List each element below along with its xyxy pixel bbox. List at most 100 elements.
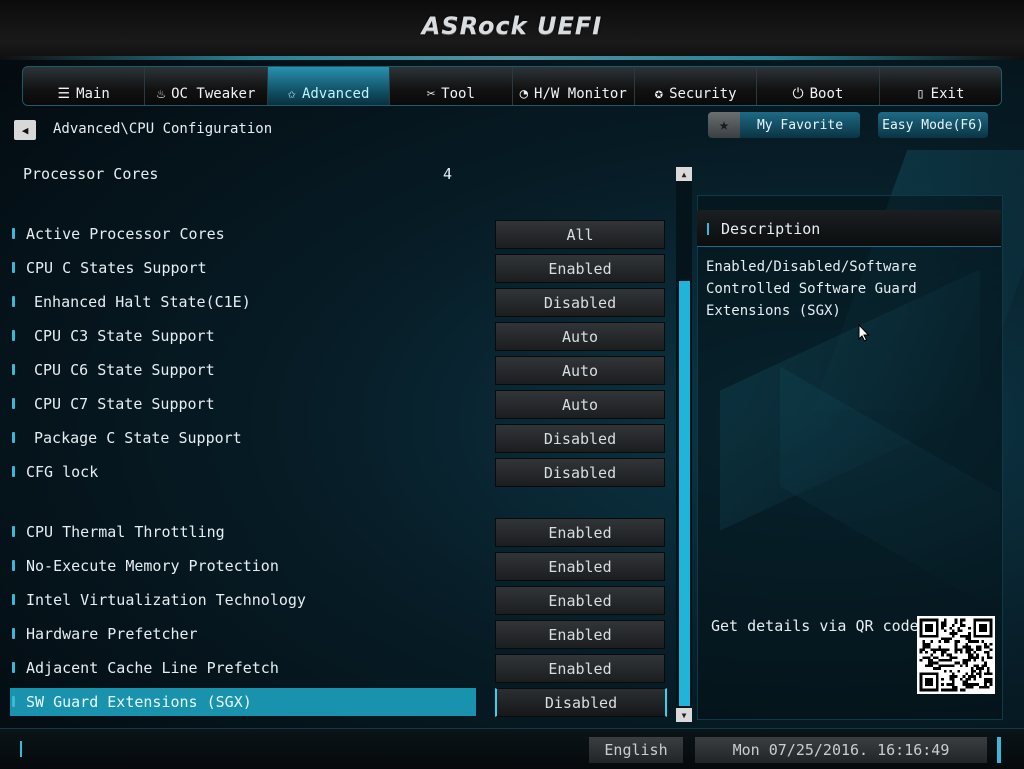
description-header: Description xyxy=(697,210,1001,247)
menu-list-icon: ☰ xyxy=(57,86,71,102)
easy-mode-button[interactable]: Easy Mode(F6) xyxy=(878,112,988,138)
description-title: Description xyxy=(721,220,821,238)
row-marker xyxy=(12,364,15,375)
setting-value-dropdown[interactable]: Enabled xyxy=(495,586,665,615)
setting-value-dropdown[interactable]: Disabled xyxy=(495,458,665,487)
back-button[interactable]: ◀ xyxy=(14,120,36,140)
asrock-uefi-logo: ASRock UEFI xyxy=(421,12,603,40)
setting-row[interactable]: SW Guard Extensions (SGX) Disabled xyxy=(10,688,674,717)
description-text: Enabled/Disabled/Software Controlled Sof… xyxy=(706,259,917,319)
tab-exit[interactable]: ▯ Exit xyxy=(879,67,1001,105)
row-marker xyxy=(12,466,15,477)
setting-row[interactable]: Package C State Support Disabled xyxy=(10,424,674,453)
setting-label: Hardware Prefetcher xyxy=(26,625,198,643)
tab-boot[interactable]: ⏻ Boot xyxy=(757,67,880,105)
tab-tool[interactable]: ✂ Tool xyxy=(390,67,513,105)
setting-label: Active Processor Cores xyxy=(26,225,225,243)
setting-value-dropdown[interactable]: All xyxy=(495,220,665,249)
row-marker xyxy=(12,526,15,537)
setting-row[interactable]: Enhanced Halt State(C1E) Disabled xyxy=(10,288,674,317)
setting-row[interactable]: Intel Virtualization Technology Enabled xyxy=(10,586,674,615)
tab-label: Advanced xyxy=(301,86,370,102)
processor-cores-value: 4 xyxy=(443,165,453,183)
setting-value-dropdown[interactable]: Enabled xyxy=(495,654,665,683)
row-marker xyxy=(12,228,15,239)
flame-icon: ♨ xyxy=(156,86,166,102)
qr-code-label: Get details via QR code xyxy=(711,617,919,635)
scroll-down-arrow-icon[interactable]: ▼ xyxy=(676,708,692,722)
setting-label: CPU C States Support xyxy=(26,259,207,277)
header-bar: ASRock UEFI xyxy=(0,0,1024,60)
tab-advanced[interactable]: ✩ Advanced xyxy=(267,67,391,105)
row-marker xyxy=(12,628,15,639)
row-marker xyxy=(12,560,15,571)
tab-label: Exit xyxy=(930,86,965,102)
description-marker xyxy=(707,223,709,235)
my-favorite-button[interactable]: My Favorite xyxy=(740,112,860,138)
setting-value-dropdown[interactable]: Disabled xyxy=(495,688,667,717)
setting-label: SW Guard Extensions (SGX) xyxy=(26,693,252,711)
setting-row[interactable]: Hardware Prefetcher Enabled xyxy=(10,620,674,649)
my-favorite-star-button[interactable]: ★ xyxy=(708,112,740,138)
setting-value-dropdown[interactable]: Disabled xyxy=(495,288,665,317)
footer-marker xyxy=(20,741,22,757)
tab-label: Tool xyxy=(441,86,475,102)
setting-label: No-Execute Memory Protection xyxy=(26,557,279,575)
exit-door-icon: ▯ xyxy=(916,86,925,102)
setting-value-dropdown[interactable]: Disabled xyxy=(495,424,665,453)
row-marker xyxy=(12,662,15,673)
tab-label: H/W Monitor xyxy=(534,86,627,102)
setting-value-dropdown[interactable]: Enabled xyxy=(495,254,665,283)
monitor-icon: ◔ xyxy=(519,86,529,102)
scroll-up-arrow-icon[interactable]: ▲ xyxy=(676,167,692,181)
setting-value-dropdown[interactable]: Enabled xyxy=(495,620,665,649)
row-marker xyxy=(12,594,15,605)
setting-label: Intel Virtualization Technology xyxy=(26,591,306,609)
tab-main[interactable]: ☰ Main xyxy=(23,67,146,105)
star-icon: ★ xyxy=(718,115,730,135)
main-tab-bar: ☰ Main ♨ OC Tweaker ✩ Advanced ✂ Tool ◔ H/W Monit… xyxy=(22,66,1002,106)
power-icon: ⏻ xyxy=(792,86,804,102)
tab-oc-tweaker[interactable]: ♨ OC Tweaker xyxy=(145,67,268,105)
setting-row[interactable]: CPU Thermal Throttling Enabled xyxy=(10,518,674,547)
star-icon: ✩ xyxy=(287,86,296,102)
setting-row[interactable]: CPU C States Support Enabled xyxy=(10,254,674,283)
setting-value-dropdown[interactable]: Enabled xyxy=(495,552,665,581)
row-marker xyxy=(12,432,15,443)
setting-label: Package C State Support xyxy=(34,429,242,447)
row-marker xyxy=(12,296,15,307)
tab-h-w-monitor[interactable]: ◔ H/W Monitor xyxy=(512,67,635,105)
tools-icon: ✂ xyxy=(426,86,436,102)
language-button[interactable]: English xyxy=(589,737,683,763)
datetime-display[interactable]: Mon 07/25/2016. 16:16:49 xyxy=(695,737,987,763)
row-marker xyxy=(12,262,15,273)
row-marker xyxy=(12,330,15,341)
setting-row[interactable]: CPU C7 State Support Auto xyxy=(10,390,674,419)
setting-row[interactable]: No-Execute Memory Protection Enabled xyxy=(10,552,674,581)
setting-row[interactable]: Active Processor Cores All xyxy=(10,220,674,249)
tab-label: OC Tweaker xyxy=(171,86,256,102)
header-glow xyxy=(0,56,1024,60)
processor-cores-row: Processor Cores 4 xyxy=(23,165,463,185)
scrollbar-thumb[interactable] xyxy=(679,281,690,706)
setting-label: CFG lock xyxy=(26,463,99,481)
setting-label: CPU C3 State Support xyxy=(34,327,215,345)
tab-label: Main xyxy=(76,86,110,102)
setting-row[interactable]: CPU C6 State Support Auto xyxy=(10,356,674,385)
tab-label: Security xyxy=(669,86,737,102)
row-marker xyxy=(12,398,15,409)
tab-security[interactable]: ✪ Security xyxy=(634,67,758,105)
setting-value-dropdown[interactable]: Auto xyxy=(495,322,665,351)
setting-label: CPU Thermal Throttling xyxy=(26,523,225,541)
setting-row[interactable]: CPU C3 State Support Auto xyxy=(10,322,674,351)
setting-value-dropdown[interactable]: Enabled xyxy=(495,518,665,547)
row-marker xyxy=(12,696,15,707)
setting-label: Enhanced Halt State(C1E) xyxy=(34,293,251,311)
tab-label: Boot xyxy=(809,86,844,102)
shield-icon: ✪ xyxy=(654,86,664,102)
setting-label: CPU C6 State Support xyxy=(34,361,215,379)
setting-row[interactable]: CFG lock Disabled xyxy=(10,458,674,487)
setting-row[interactable]: Adjacent Cache Line Prefetch Enabled xyxy=(10,654,674,683)
setting-value-dropdown[interactable]: Auto xyxy=(495,356,665,385)
setting-value-dropdown[interactable]: Auto xyxy=(495,390,665,419)
